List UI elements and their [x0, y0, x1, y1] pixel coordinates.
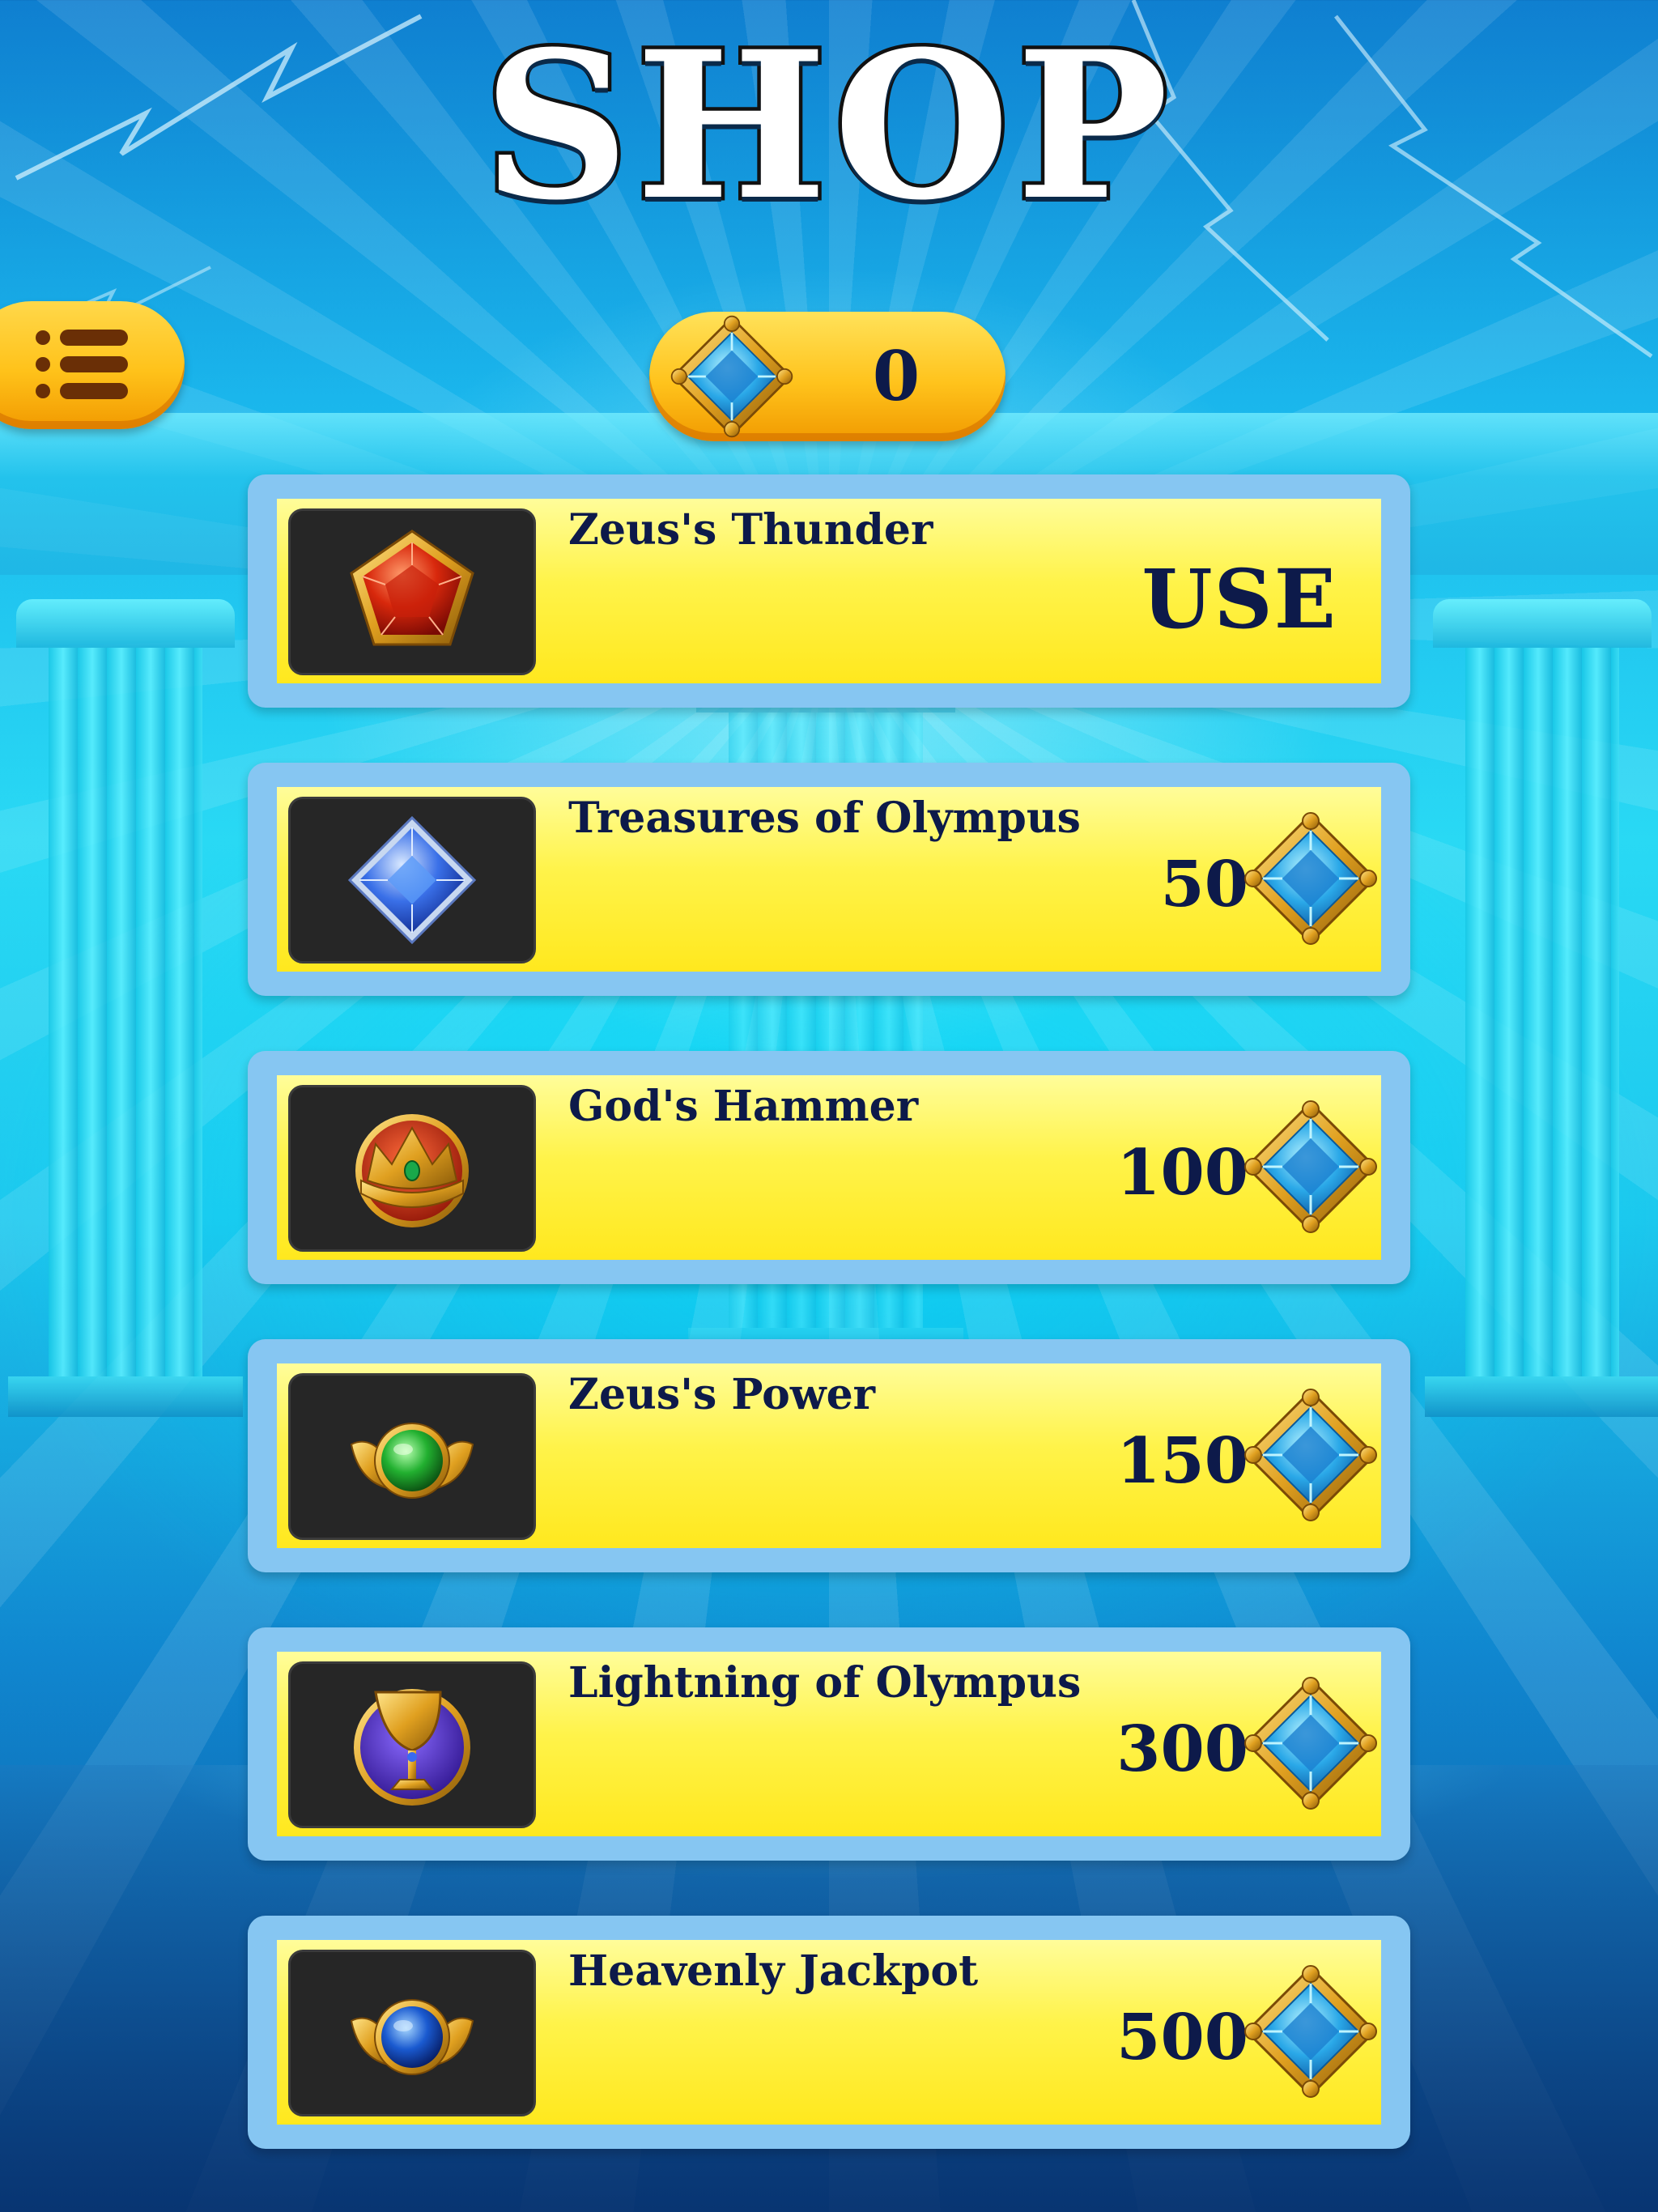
shop-item-zeus-power[interactable]: Zeus's Power 150 [248, 1339, 1410, 1572]
shop-item-lightning-of-olympus[interactable]: Lightning of Olympus 300 [248, 1627, 1410, 1861]
blue-diamond-icon [347, 815, 477, 945]
item-icon-frame [288, 1950, 536, 2116]
item-name: Zeus's Power [568, 1370, 876, 1419]
item-name: Zeus's Thunder [568, 505, 933, 555]
blue-gem-icon [1244, 1964, 1378, 2099]
item-icon-frame [288, 1373, 536, 1540]
golden-crown-icon [355, 1114, 469, 1227]
item-name: Treasures of Olympus [568, 793, 1081, 843]
currency-balance: 0 [649, 312, 1005, 441]
item-price: 300 [1116, 1712, 1248, 1786]
temple-column-right [1425, 599, 1658, 1417]
item-price: 150 [1116, 1424, 1248, 1498]
item-price: 100 [1116, 1136, 1248, 1210]
item-icon-frame [288, 1085, 536, 1252]
item-price: 500 [1116, 2001, 1248, 2074]
item-icon-frame [288, 797, 536, 963]
blue-winged-orb-icon [350, 1999, 474, 2075]
blue-gem-icon [1244, 1388, 1378, 1522]
currency-value: 0 [872, 336, 920, 416]
blue-gem-icon [1244, 1676, 1378, 1810]
shop-item-zeus-thunder[interactable]: Zeus's Thunder USE [248, 474, 1410, 708]
item-price: 50 [1160, 848, 1248, 921]
blue-gem-icon [670, 315, 793, 438]
item-icon-frame [288, 1661, 536, 1828]
golden-chalice-icon [354, 1689, 470, 1806]
shop-item-heavenly-jackpot[interactable]: Heavenly Jackpot 500 [248, 1916, 1410, 2149]
shop-item-gods-hammer[interactable]: God's Hammer 100 [248, 1051, 1410, 1284]
menu-button[interactable] [0, 301, 185, 429]
use-button[interactable]: USE [1141, 551, 1337, 647]
blue-gem-icon [1244, 811, 1378, 946]
red-gem-icon [350, 530, 474, 646]
shop-item-treasures-of-olympus[interactable]: Treasures of Olympus 50 [248, 763, 1410, 996]
item-icon-frame [288, 508, 536, 675]
temple-column-left [8, 599, 243, 1417]
page-title: SHOP [479, 6, 1175, 245]
item-name: Heavenly Jackpot [568, 1946, 979, 1996]
list-menu-icon [36, 329, 133, 400]
item-name: God's Hammer [568, 1082, 919, 1131]
blue-gem-icon [1244, 1100, 1378, 1234]
item-name: Lightning of Olympus [568, 1658, 1082, 1708]
green-winged-orb-icon [350, 1423, 474, 1499]
